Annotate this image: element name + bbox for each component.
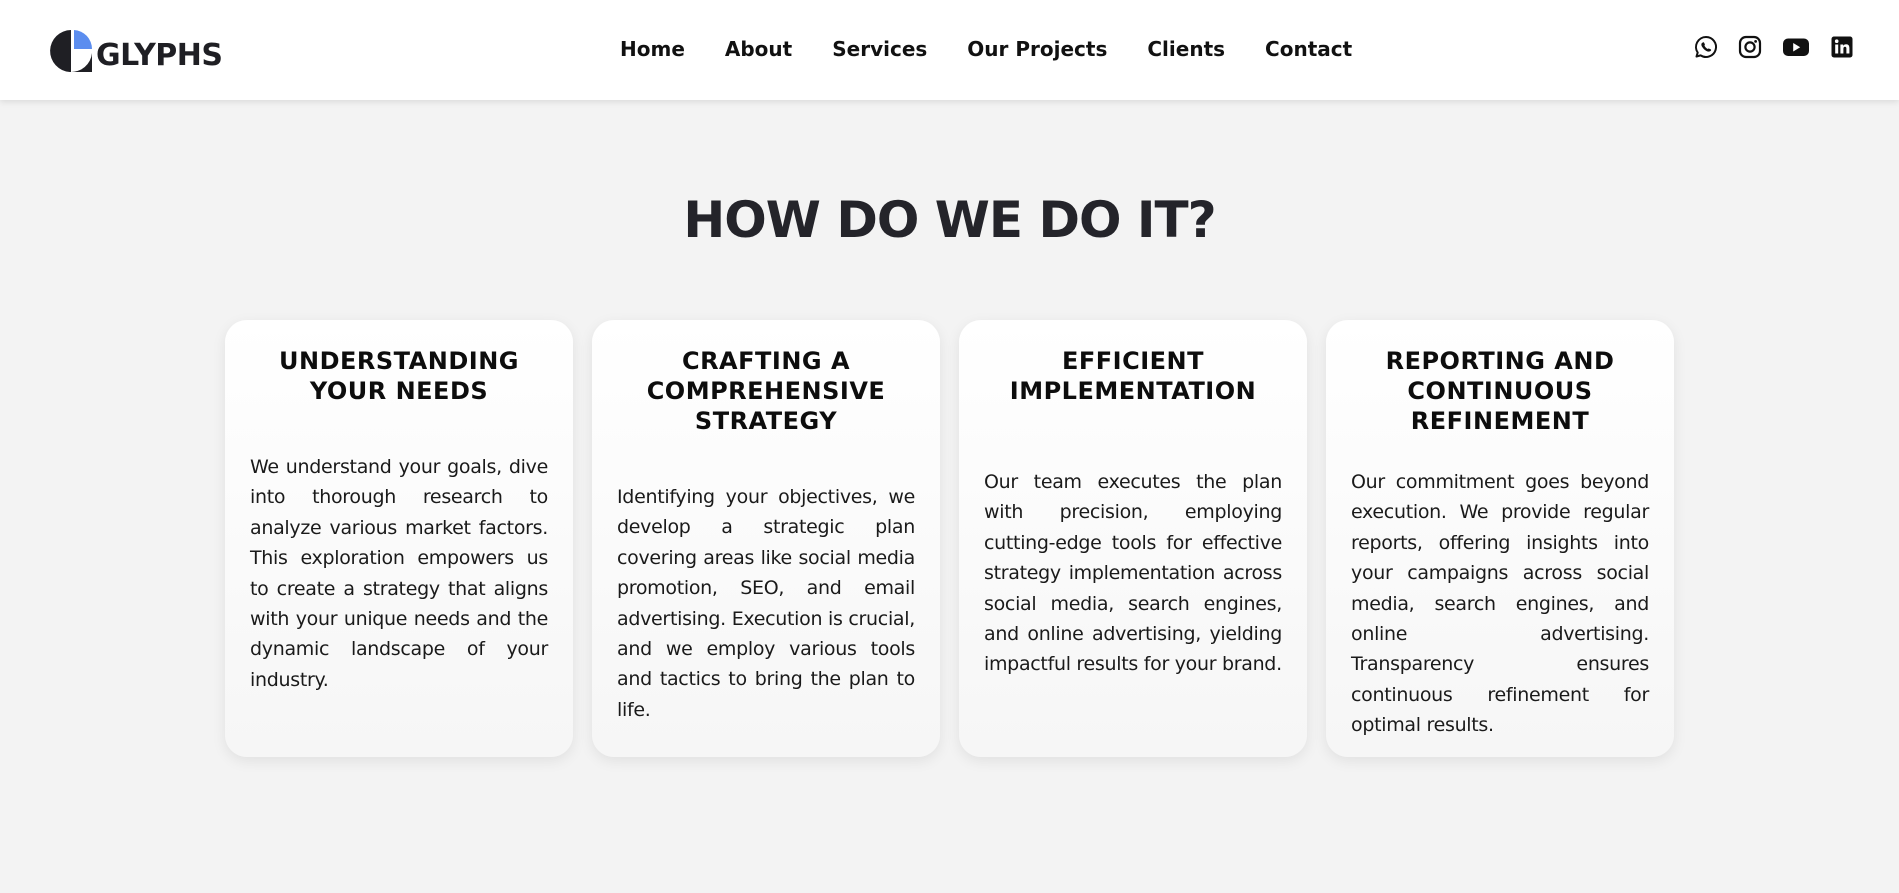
nav-our-projects[interactable]: Our Projects bbox=[967, 36, 1107, 62]
card-crafting-strategy: CRAFTING A COMPREHENSIVE STRATEGY Identi… bbox=[592, 320, 940, 757]
card-reporting-refinement: REPORTING AND CONTINUOUS REFINEMENT Our … bbox=[1326, 320, 1674, 757]
card-title: CRAFTING A COMPREHENSIVE STRATEGY bbox=[646, 347, 886, 435]
process-cards: UNDERSTANDING YOUR NEEDS We understand y… bbox=[225, 320, 1674, 757]
section-title: HOW DO WE DO IT? bbox=[683, 191, 1216, 249]
nav-home[interactable]: Home bbox=[620, 36, 685, 62]
card-efficient-implementation: EFFICIENT IMPLEMENTATION Our team execut… bbox=[959, 320, 1307, 757]
nav-contact[interactable]: Contact bbox=[1265, 36, 1352, 62]
logo[interactable]: GLYPHS bbox=[48, 26, 223, 74]
card-title: UNDERSTANDING YOUR NEEDS bbox=[279, 347, 519, 405]
brand-name: GLYPHS bbox=[96, 38, 223, 73]
nav-about[interactable]: About bbox=[725, 36, 792, 62]
card-title: EFFICIENT IMPLEMENTATION bbox=[1009, 347, 1257, 405]
card-text: We understand your goals, dive into thor… bbox=[250, 456, 548, 691]
site-header: GLYPHS Home About Services Our Projects … bbox=[0, 0, 1899, 100]
glyphs-logo-icon bbox=[48, 28, 94, 74]
card-understanding-needs: UNDERSTANDING YOUR NEEDS We understand y… bbox=[225, 320, 573, 757]
youtube-icon[interactable] bbox=[1781, 34, 1811, 60]
card-text: Our commitment goes beyond execution. We… bbox=[1351, 471, 1649, 737]
main-nav: Home About Services Our Projects Clients… bbox=[620, 36, 1352, 62]
instagram-icon[interactable] bbox=[1737, 34, 1763, 60]
card-title: REPORTING AND CONTINUOUS REFINEMENT bbox=[1385, 347, 1615, 435]
linkedin-icon[interactable] bbox=[1829, 34, 1855, 60]
social-links bbox=[1675, 34, 1855, 60]
card-text: Identifying your objectives, we develop … bbox=[617, 486, 915, 721]
nav-clients[interactable]: Clients bbox=[1147, 36, 1225, 62]
card-text: Our team executes the plan with precisio… bbox=[984, 471, 1282, 676]
nav-services[interactable]: Services bbox=[832, 36, 927, 62]
whatsapp-icon[interactable] bbox=[1693, 34, 1719, 60]
